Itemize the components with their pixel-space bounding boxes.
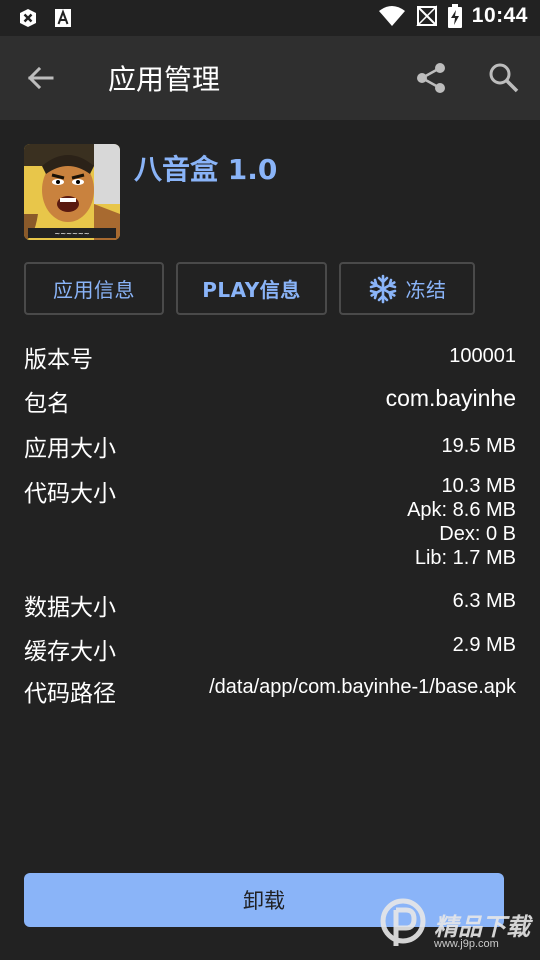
status-time: 10:44	[471, 4, 528, 27]
app-size-label: 应用大小	[24, 436, 116, 462]
watermark-sub: www.j9p.com	[434, 938, 499, 950]
data-size-label: 数据大小	[24, 595, 116, 621]
font-a-icon	[55, 9, 71, 27]
app-size-value: 19.5 MB	[441, 435, 516, 457]
play-info-button[interactable]: PLAY信息	[176, 262, 327, 315]
search-icon	[489, 63, 519, 93]
snowflake-icon	[369, 274, 396, 303]
svg-text:~~~~~~: ~~~~~~	[54, 230, 89, 238]
cache-size-value: 2.9 MB	[452, 634, 516, 656]
app-icon: ~~~~~~	[24, 144, 120, 240]
watermark-text: 精品下载	[434, 912, 530, 941]
page-title: 应用管理	[108, 63, 221, 96]
uninstall-label: 卸载	[243, 889, 285, 913]
app-info-button[interactable]: 应用信息	[24, 262, 164, 315]
version-value: 100001	[449, 345, 516, 367]
search-button[interactable]	[486, 60, 522, 96]
freeze-button[interactable]: 冻结	[339, 262, 475, 315]
code-path-value: /data/app/com.bayinhe-1/base.apk	[209, 676, 516, 698]
data-size-value: 6.3 MB	[452, 590, 516, 612]
package-label: 包名	[24, 391, 70, 417]
wifi-icon	[378, 6, 405, 26]
share-button[interactable]	[414, 60, 450, 96]
code-size-label: 代码大小	[24, 481, 116, 507]
app-name: 八音盒 1.0	[134, 153, 278, 186]
close-box-icon	[20, 9, 36, 27]
status-bar: 10:44	[0, 0, 540, 36]
code-apk-value: Apk: 8.6 MB	[407, 499, 516, 521]
detail-row-cache-size: 缓存大小 2.9 MB	[24, 632, 516, 666]
watermark-logo-icon	[380, 898, 426, 946]
detail-row-package: 包名 com.bayinhe	[24, 384, 516, 418]
detail-row-code-path: 代码路径 /data/app/com.bayinhe-1/base.apk	[24, 674, 516, 708]
play-info-label: PLAY信息	[202, 278, 301, 302]
signal-off-icon	[415, 5, 437, 26]
back-button[interactable]	[22, 60, 58, 96]
share-icon	[417, 63, 445, 93]
code-path-label: 代码路径	[24, 681, 116, 707]
freeze-label: 冻结	[405, 278, 447, 302]
detail-row-app-size: 应用大小 19.5 MB	[24, 429, 516, 463]
cache-size-label: 缓存大小	[24, 639, 116, 665]
app-info-label: 应用信息	[53, 278, 135, 302]
package-value: com.bayinhe	[385, 385, 516, 411]
detail-row-version: 版本号 100001	[24, 340, 516, 374]
detail-row-data-size: 数据大小 6.3 MB	[24, 588, 516, 622]
app-bar: 应用管理	[0, 36, 540, 120]
version-label: 版本号	[24, 347, 93, 373]
detail-row-code-size: 代码大小 10.3 MB Apk: 8.6 MB Dex: 0 B Lib: 1…	[24, 474, 516, 574]
code-dex-value: Dex: 0 B	[439, 523, 516, 545]
code-size-value: 10.3 MB	[441, 475, 516, 497]
code-size-values: 10.3 MB Apk: 8.6 MB Dex: 0 B Lib: 1.7 MB	[407, 474, 516, 570]
watermark: 精品下载 www.j9p.com	[378, 888, 540, 960]
code-lib-value: Lib: 1.7 MB	[414, 547, 516, 569]
arrow-back-icon	[27, 66, 54, 90]
battery-charging-icon	[447, 4, 462, 28]
